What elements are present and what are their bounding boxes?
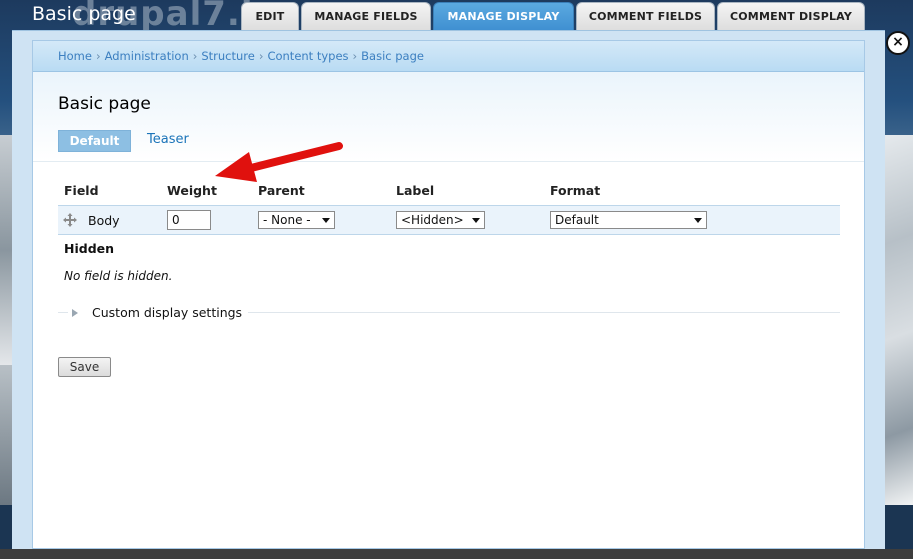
hidden-region-heading: Hidden [64, 241, 115, 256]
breadcrumb-administration[interactable]: Administration [105, 49, 189, 63]
weight-input[interactable] [167, 210, 211, 230]
tab-manage-fields[interactable]: MANAGE FIELDS [301, 2, 431, 32]
format-select[interactable]: Default [550, 211, 707, 229]
breadcrumb-separator: › [95, 49, 101, 63]
breadcrumb-separator: › [258, 49, 264, 63]
custom-display-settings-toggle[interactable]: Custom display settings [68, 305, 249, 321]
field-name: Body [88, 213, 120, 228]
parent-select[interactable]: - None - [258, 211, 335, 229]
overlay-content: Home › Administration › Structure › Content ty… [32, 40, 865, 549]
breadcrumb-bar: Home › Administration › Structure › Content ty… [33, 41, 864, 72]
breadcrumb-basic-page[interactable]: Basic page [361, 49, 424, 63]
subtab-teaser[interactable]: Teaser [147, 132, 189, 147]
background-image-left [0, 135, 12, 365]
tab-comment-display[interactable]: COMMENT DISPLAY [717, 2, 865, 32]
breadcrumb-structure[interactable]: Structure [201, 49, 255, 63]
column-header-field: Field [64, 183, 99, 198]
subtab-default[interactable]: Default [58, 130, 131, 152]
close-icon: × [892, 34, 904, 50]
label-select-value: <Hidden> [401, 213, 464, 227]
tab-manage-display[interactable]: MANAGE DISPLAY [433, 2, 574, 32]
page-title: Basic page [58, 94, 151, 114]
format-select-value: Default [555, 213, 599, 227]
table-header: Field Weight Parent Label Format [33, 183, 864, 201]
chevron-down-icon [322, 218, 330, 223]
label-select[interactable]: <Hidden> [396, 211, 485, 229]
column-header-weight: Weight [167, 183, 217, 198]
background-bottom-edge [0, 549, 913, 559]
custom-display-settings-label: Custom display settings [92, 305, 243, 320]
breadcrumb: Home › Administration › Structure › Content ty… [58, 49, 424, 63]
drag-handle-icon[interactable] [63, 213, 77, 227]
breadcrumb-content-types[interactable]: Content types [267, 49, 348, 63]
expand-triangle-icon [72, 308, 78, 317]
table-row: Body - None - <Hidden> Default [58, 205, 840, 235]
breadcrumb-separator: › [352, 49, 358, 63]
save-button[interactable]: Save [58, 357, 111, 377]
column-header-label: Label [396, 183, 435, 198]
background-image-left-lower [0, 365, 12, 505]
column-header-format: Format [550, 183, 601, 198]
tab-comment-fields[interactable]: COMMENT FIELDS [576, 2, 715, 32]
chevron-down-icon [694, 218, 702, 223]
tab-edit[interactable]: EDIT [241, 2, 299, 32]
overlay-page-title: Basic page [32, 3, 136, 25]
column-header-parent: Parent [258, 183, 305, 198]
chevron-down-icon [472, 218, 480, 223]
close-overlay-button[interactable]: × [886, 31, 910, 55]
hidden-region-empty-message: No field is hidden. [64, 269, 173, 283]
breadcrumb-separator: › [192, 49, 198, 63]
annotation-arrow-icon [215, 142, 343, 182]
page-header: Basic page Default Teaser [33, 72, 864, 182]
parent-select-value: - None - [263, 213, 311, 227]
breadcrumb-home[interactable]: Home [58, 49, 92, 63]
